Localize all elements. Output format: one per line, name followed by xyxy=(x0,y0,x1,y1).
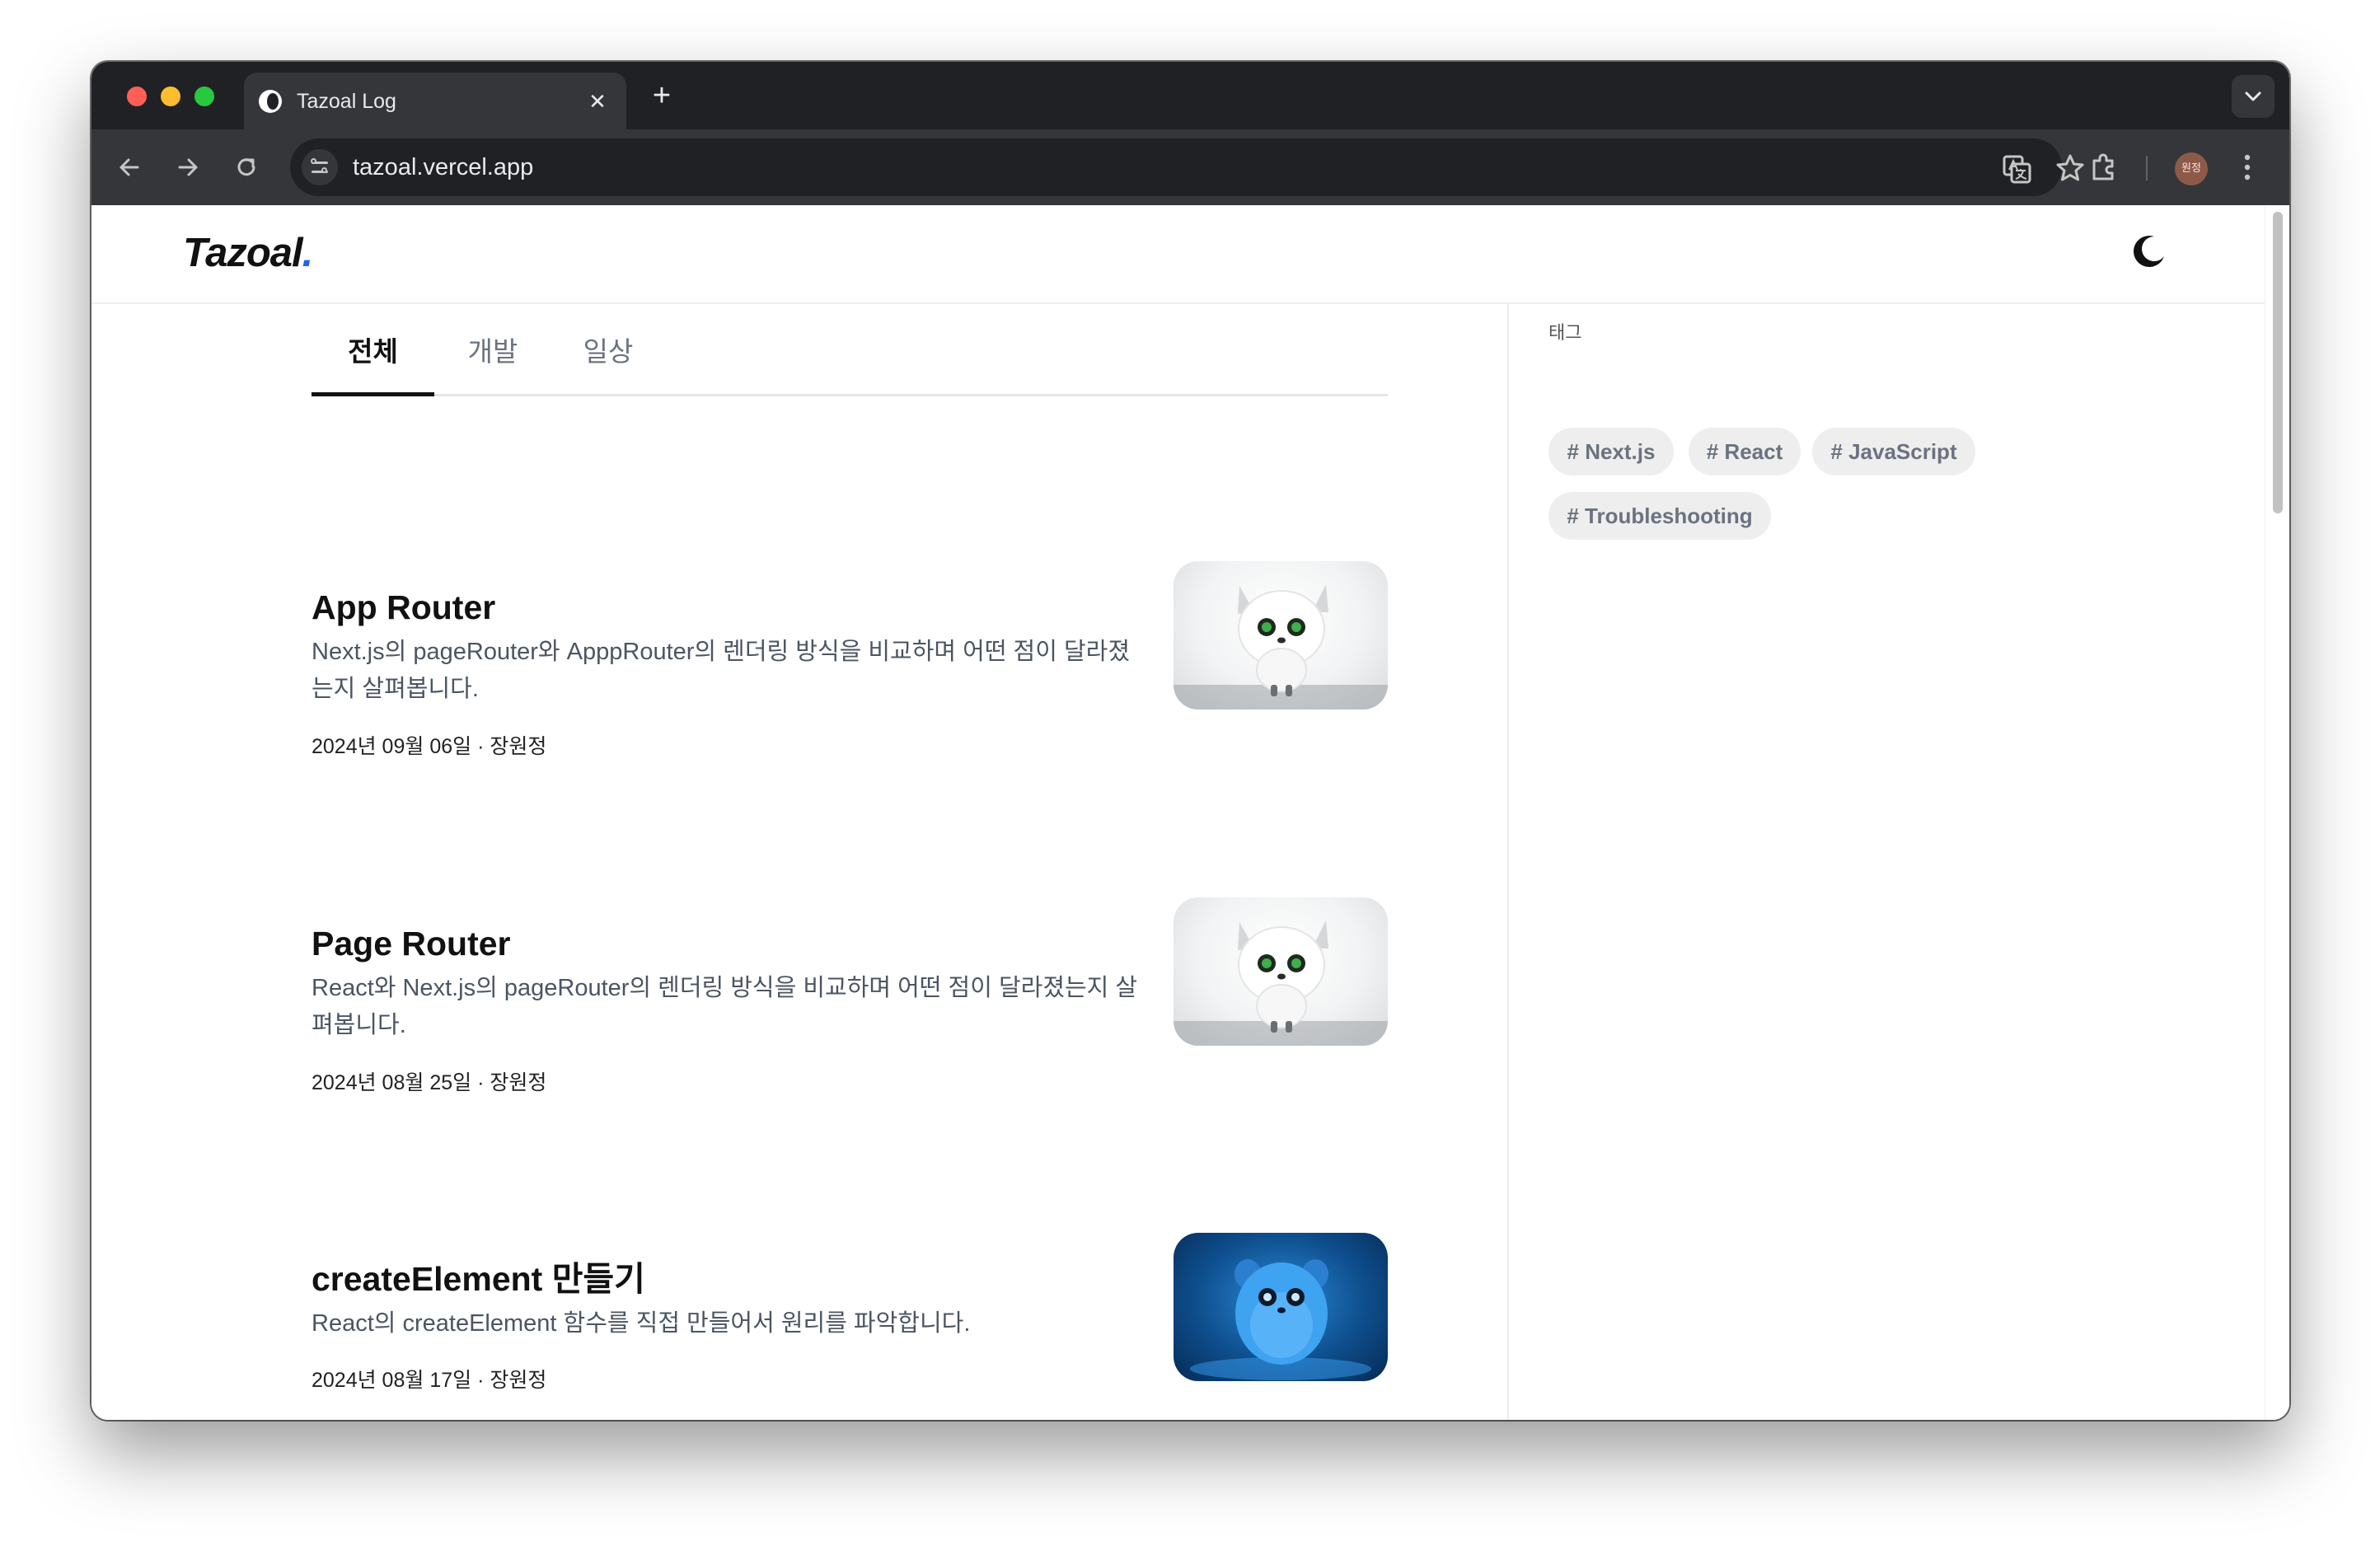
tab-all[interactable]: 전체 xyxy=(312,334,434,396)
post-meta: 2024년 08월 17일 · 장원정 xyxy=(312,1369,547,1392)
post-thumbnail[interactable] xyxy=(1174,561,1388,710)
arrow-right-icon xyxy=(178,158,198,176)
category-tabs: 전체 개발 일상 xyxy=(312,304,1388,396)
logo-dot: . xyxy=(302,231,314,275)
puzzle-icon[interactable] xyxy=(2086,149,2122,185)
maximize-window-button[interactable] xyxy=(194,87,214,106)
chevron-down-icon xyxy=(2245,91,2261,101)
browser-window: Tazoal Log ✕ + tazoal.vercel.app 원정 Tazo… xyxy=(91,62,2289,1420)
browser-tab[interactable]: Tazoal Log ✕ xyxy=(244,73,626,129)
site-logo[interactable]: Tazoal. xyxy=(183,230,314,276)
url-text[interactable]: tazoal.vercel.app xyxy=(353,152,533,182)
moon-icon[interactable] xyxy=(2129,232,2169,271)
reload-button[interactable] xyxy=(228,149,265,185)
post-card[interactable]: App Router Next.js의 pageRouter와 ApppRout… xyxy=(312,561,1388,758)
page-scrollbar[interactable] xyxy=(2265,205,2289,1420)
tab-search-button[interactable] xyxy=(2232,75,2275,118)
forward-button[interactable] xyxy=(170,149,206,185)
browser-toolbar: tazoal.vercel.app 원정 xyxy=(91,129,2289,205)
white-creature-illustration xyxy=(1174,920,1388,1046)
tag-troubleshooting[interactable]: # Troubleshooting xyxy=(1548,492,1771,540)
toolbar-divider xyxy=(2146,156,2148,180)
tune-icon[interactable] xyxy=(302,149,338,185)
tab-close-icon[interactable]: ✕ xyxy=(583,87,611,115)
site-header: Tazoal. xyxy=(91,205,2265,304)
content-sidebar-divider xyxy=(1507,304,1509,1420)
post-title[interactable]: App Router xyxy=(312,584,495,630)
page-viewport: Tazoal. 전체 개발 일상 App Router Next.js의 pag… xyxy=(91,205,2289,1420)
profile-avatar[interactable]: 원정 xyxy=(2175,152,2208,185)
tab-dev[interactable]: 개발 xyxy=(452,334,534,396)
tag-react[interactable]: # React xyxy=(1689,428,1801,475)
post-thumbnail[interactable] xyxy=(1174,897,1388,1046)
reload-icon xyxy=(237,158,255,176)
tag-nextjs[interactable]: # Next.js xyxy=(1548,428,1674,475)
post-meta: 2024년 08월 25일 · 장원정 xyxy=(312,1071,547,1094)
new-tab-button[interactable]: + xyxy=(645,80,678,113)
tags-heading: 태그 xyxy=(1548,322,1582,343)
arrow-left-icon xyxy=(119,158,139,176)
post-description: React와 Next.js의 pageRouter의 렌더링 방식을 비교하며… xyxy=(312,975,1138,1038)
post-description: React의 createElement 함수를 직접 만들어서 원리를 파악합… xyxy=(312,1310,971,1337)
logo-text: Tazoal xyxy=(183,231,303,275)
scrollbar-thumb[interactable] xyxy=(2273,212,2283,513)
post-card[interactable]: Page Router React와 Next.js의 pageRouter의 … xyxy=(312,897,1388,1094)
translate-icon[interactable] xyxy=(2000,152,2033,185)
screenshot-stage: Tazoal Log ✕ + tazoal.vercel.app 원정 Tazo… xyxy=(0,0,2380,1541)
kebab-menu-icon[interactable] xyxy=(2229,149,2265,185)
tab-daily[interactable]: 일상 xyxy=(567,334,649,396)
blue-creature-illustration xyxy=(1190,1259,1371,1380)
close-window-button[interactable] xyxy=(127,87,147,106)
tab-strip: Tazoal Log ✕ + xyxy=(91,62,2289,129)
minimize-window-button[interactable] xyxy=(161,87,180,106)
favicon-icon xyxy=(259,90,282,113)
post-thumbnail[interactable] xyxy=(1174,1233,1388,1381)
post-description: Next.js의 pageRouter와 ApppRouter의 렌더링 방식을… xyxy=(312,639,1131,702)
white-creature-illustration xyxy=(1174,584,1388,710)
tab-title: Tazoal Log xyxy=(297,90,396,113)
address-bar[interactable]: tazoal.vercel.app xyxy=(290,138,2084,196)
back-button[interactable] xyxy=(111,149,148,185)
post-title[interactable]: Page Router xyxy=(312,920,511,967)
tag-javascript[interactable]: # JavaScript xyxy=(1812,428,1975,475)
post-meta: 2024년 09월 06일 · 장원정 xyxy=(312,735,547,758)
post-card[interactable]: createElement 만들기 React의 createElement 함… xyxy=(312,1233,1388,1409)
star-icon[interactable] xyxy=(2054,152,2087,185)
post-title[interactable]: createElement 만들기 xyxy=(312,1256,645,1302)
